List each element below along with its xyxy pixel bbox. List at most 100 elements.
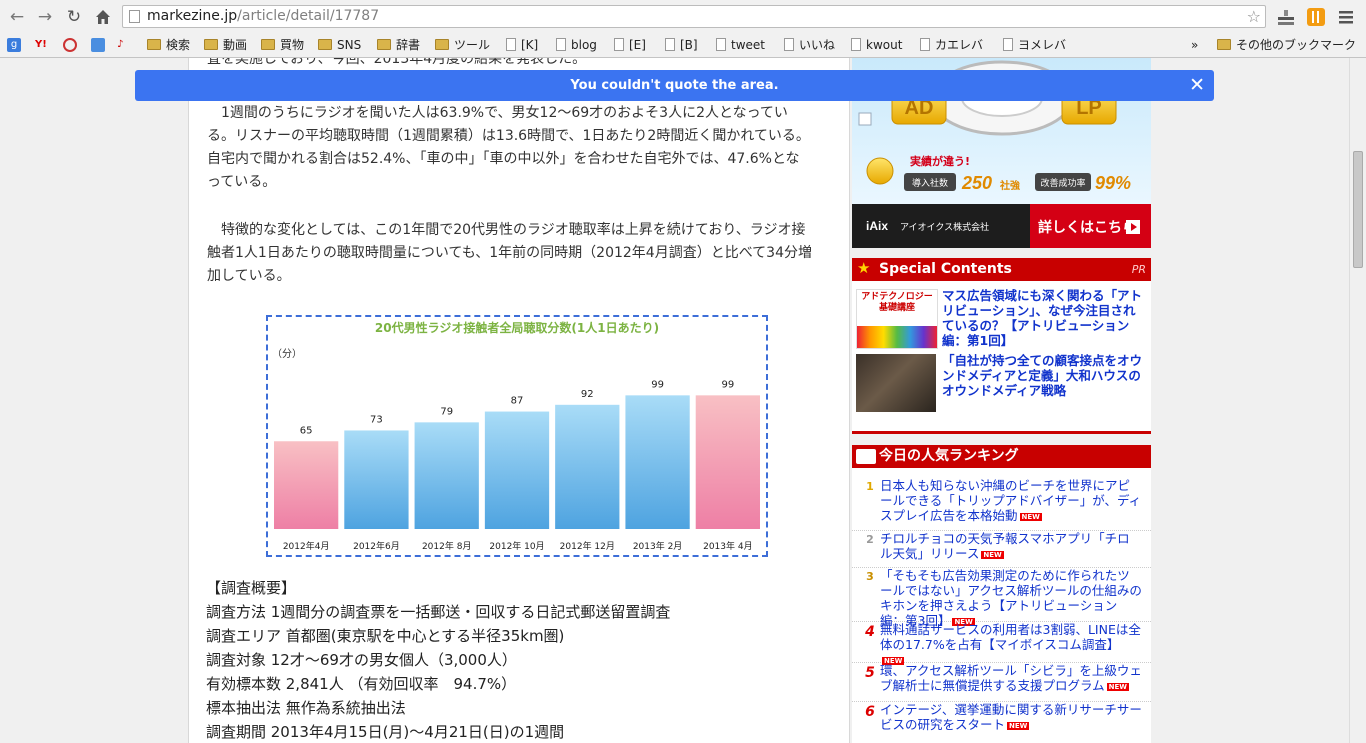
folder-icon: [1217, 39, 1231, 50]
chart-x-tick-label: 2012年4月: [283, 540, 330, 552]
ranking-link[interactable]: インテージ、選挙運動に関する新リサーチサービスの研究をスタート NEW: [880, 702, 1142, 732]
special-thumb-1[interactable]: アドテクノロジー基礎講座: [856, 289, 938, 349]
chart-data-label: 65: [300, 425, 313, 436]
chart-data-label: 92: [581, 389, 594, 400]
ranking-item[interactable]: 1 日本人も知らない沖縄のビーチを世界にアピールできる「トリップアドバイザー」が、…: [852, 478, 1151, 531]
yahoo-favicon-icon[interactable]: Y!: [35, 38, 49, 52]
bookmark-k[interactable]: [K]: [506, 37, 538, 54]
special-thumb-2-photo[interactable]: [856, 354, 936, 412]
article-paragraph: 1週間のうちにラジオを聞いた人は63.9%で、男女12～69才のおよそ3人に2人…: [207, 105, 810, 190]
page-icon: [851, 38, 861, 51]
ranking-link[interactable]: 環、アクセス解析ツール「シビラ」を上級ウェブ解析士に無償提供する支援プログラム N…: [880, 663, 1142, 693]
page-icon: [614, 38, 624, 51]
ranking-link-text[interactable]: 環、アクセス解析ツール「シビラ」を上級ウェブ解析士に無償提供する支援プログラム: [880, 663, 1142, 693]
bookmark-folder-tools[interactable]: ツール: [435, 37, 490, 54]
folder-icon: [261, 39, 275, 50]
ranking-item[interactable]: 2 チロルチョコの天気予報スマホアプリ「チロル天気」リリース NEW: [852, 531, 1151, 568]
bookmark-label: blog: [571, 38, 597, 52]
menu-icon[interactable]: [1336, 7, 1356, 27]
ranking-link-text[interactable]: 「そもそも広告効果測定のために作られたツールではない」アクセス解析ツールの仕組み…: [880, 568, 1142, 628]
page-icon: [129, 10, 140, 23]
ranking-link[interactable]: 日本人も知らない沖縄のビーチを世界にアピールできる「トリップアドバイザー」が、デ…: [880, 478, 1142, 523]
bookmark-blog[interactable]: blog: [556, 37, 597, 54]
ranking-link-text[interactable]: チロルチョコの天気予報スマホアプリ「チロル天気」リリース: [880, 531, 1130, 561]
special-link-1[interactable]: マス広告領域にも深く関わる「アトリビューション」、なぜ今注目されているの？【アト…: [942, 288, 1147, 348]
chart-x-tick-label: 2012年 12月: [560, 540, 615, 552]
ranking-list: 1 日本人も知らない沖縄のビーチを世界にアピールできる「トリップアドバイザー」が、…: [852, 468, 1151, 743]
ad-value-2: 99%: [1095, 173, 1131, 193]
sidebar: AD LP 実績が違う! 導入社数 250 社強 改善成功率 99% iAix …: [851, 58, 1153, 743]
back-arrow-icon[interactable]: ←: [6, 6, 28, 28]
folder-icon: [147, 39, 161, 50]
home-icon[interactable]: [92, 6, 114, 28]
bookmark-kwout[interactable]: kwout: [851, 37, 902, 54]
ad-label-1: 導入社数: [912, 177, 948, 189]
chart-canvas: 20代男性ラジオ接触者全局聴取分数(1人1日あたり) （分） 65 2012年4月 73…: [272, 320, 760, 552]
bookmark-kaereba[interactable]: カエレバ: [920, 37, 983, 54]
psp-favicon-icon[interactable]: ♪: [117, 38, 131, 52]
ranking-link-text[interactable]: 日本人も知らない沖縄のビーチを世界にアピールできる「トリップアドバイザー」が、デ…: [880, 478, 1141, 523]
ranking-item[interactable]: 3 「そもそも広告効果測定のために作られたツールではない」アクセス解析ツールの仕組…: [852, 568, 1151, 628]
rank-number: 5: [865, 665, 875, 681]
ranking-link-text[interactable]: 無料通話サービスの利用者は3割弱、LINEは全体の17.7%を占有【マイボイスコ…: [880, 622, 1141, 652]
bookmark-label: ツール: [454, 38, 491, 52]
bookmark-folder-dictionary[interactable]: 辞書: [377, 37, 420, 54]
bookmark-folder-shopping[interactable]: 買物: [261, 37, 304, 54]
bookmark-star-icon[interactable]: ☆: [1247, 7, 1261, 26]
close-icon[interactable]: ✕: [1189, 74, 1205, 96]
survey-line: 調査期間 2013年4月15日(月)～4月21日(日)の1週間: [206, 723, 565, 741]
bookmark-iine[interactable]: いいね: [784, 37, 835, 54]
chart-y-unit: （分）: [272, 348, 302, 360]
bookmark-b[interactable]: [B]: [665, 37, 698, 54]
other-bookmarks-folder[interactable]: その他のブックマーク: [1217, 37, 1356, 54]
bookmark-folder-sns[interactable]: SNS: [318, 37, 361, 54]
chart-bar: [414, 422, 479, 529]
folder-icon: [377, 39, 391, 50]
ad-cta[interactable]: 詳しくはこちら: [1038, 219, 1136, 236]
page-icon: [716, 38, 726, 51]
url-text[interactable]: markezine.jp/article/detail/17787: [147, 8, 379, 24]
extension-scale-icon[interactable]: [1276, 7, 1296, 27]
vertical-scrollbar[interactable]: [1349, 58, 1366, 743]
forward-arrow-icon[interactable]: →: [34, 6, 56, 28]
special-link-2[interactable]: 「自社が持つ全ての顧客接点をオウンドメディアと定義」大和ハウスのオウンドメディア…: [942, 353, 1147, 398]
bookmark-folder-video[interactable]: 動画: [204, 37, 247, 54]
reload-icon[interactable]: ↻: [63, 6, 85, 28]
survey-line: 【調査概要】: [206, 579, 297, 597]
bookmark-label: SNS: [337, 38, 362, 52]
ranking-item[interactable]: 4 無料通話サービスの利用者は3割弱、LINEは全体の17.7%を占有【マイボイス…: [852, 622, 1151, 665]
ad-unit-1: 社強: [999, 179, 1020, 192]
pr-label: PR: [1131, 263, 1146, 276]
page-icon: [1003, 38, 1013, 51]
ranking-item[interactable]: 5 環、アクセス解析ツール「シビラ」を上級ウェブ解析士に無償提供する支援プログラム…: [852, 663, 1151, 702]
address-bar[interactable]: markezine.jp/article/detail/17787 ☆: [122, 5, 1266, 28]
extension-orange-icon[interactable]: [1306, 7, 1326, 27]
special-contents-header: ★ Special Contents PR: [852, 258, 1151, 281]
chart-bar: [484, 411, 550, 529]
bookmark-yomereba[interactable]: ヨメレバ: [1003, 37, 1066, 54]
bookmark-label: [K]: [521, 38, 539, 52]
chart-data-label: 73: [370, 414, 383, 425]
ranking-item[interactable]: 6 インテージ、選挙運動に関する新リサーチサービスの研究をスタート NEW: [852, 702, 1151, 743]
page-icon: [506, 38, 516, 51]
bookmark-tweet[interactable]: tweet: [716, 37, 765, 54]
chart-x-tick-label: 2012年 10月: [489, 540, 544, 552]
ranking-link[interactable]: チロルチョコの天気予報スマホアプリ「チロル天気」リリース NEW: [880, 531, 1142, 561]
bookmark-e[interactable]: [E]: [614, 37, 646, 54]
blue-favicon-icon[interactable]: [91, 38, 105, 52]
rank-crown-icon: 1: [866, 480, 874, 493]
ranking-podium-icon: [856, 449, 876, 464]
survey-line: 標本抽出法 無作為系統抽出法: [206, 699, 406, 717]
page-icon: [784, 38, 794, 51]
bookmark-label: 動画: [223, 38, 248, 52]
scrollbar-thumb[interactable]: [1353, 151, 1363, 268]
bookmarks-overflow-button[interactable]: »: [1191, 37, 1198, 54]
special-thumb-text: アドテクノロジー基礎講座: [861, 292, 933, 313]
google-favicon-icon[interactable]: g: [7, 38, 21, 52]
ranking-link[interactable]: 「そもそも広告効果測定のために作られたツールではない」アクセス解析ツールの仕組み…: [880, 568, 1142, 628]
ranking-link[interactable]: 無料通話サービスの利用者は3割弱、LINEは全体の17.7%を占有【マイボイスコ…: [880, 622, 1142, 667]
chart-data-label: 87: [511, 396, 524, 407]
bookmark-folder-search[interactable]: 検索: [147, 37, 190, 54]
chart-bar: [695, 395, 760, 529]
red-circle-favicon-icon[interactable]: [63, 38, 77, 52]
